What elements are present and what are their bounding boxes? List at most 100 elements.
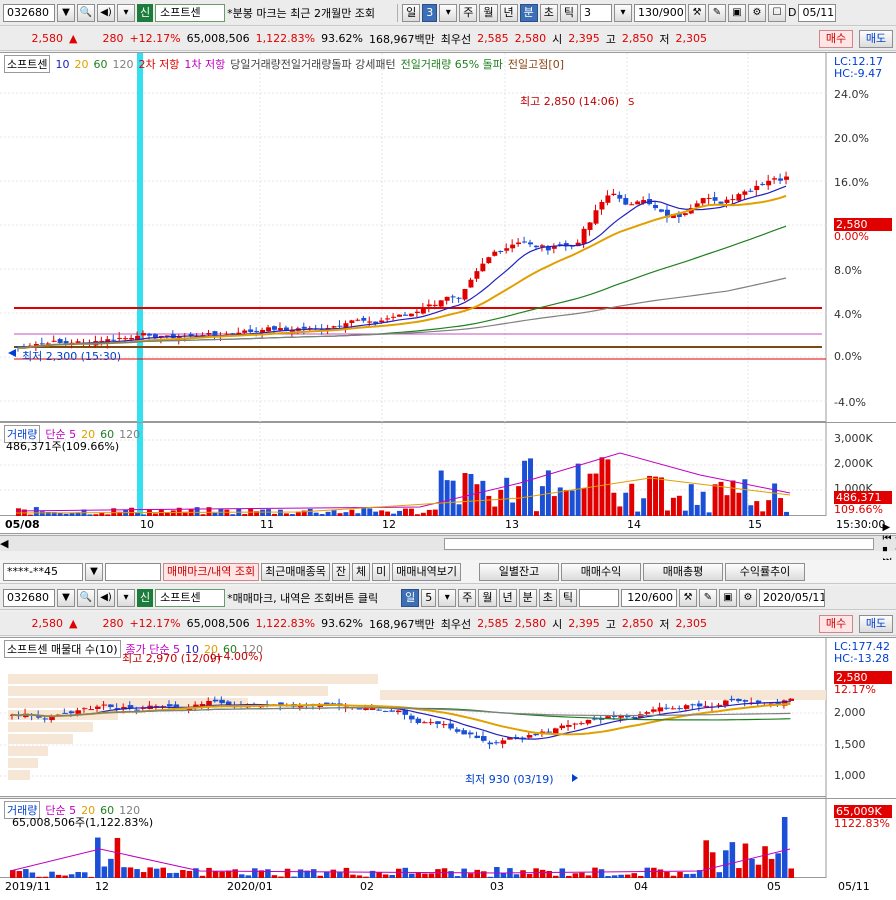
change-arrow: ▲: [69, 32, 78, 45]
chevron-down-icon[interactable]: ▾: [117, 588, 135, 607]
password-input[interactable]: [105, 562, 161, 581]
period-day[interactable]: 일: [402, 3, 421, 22]
draw-icon[interactable]: ✎: [708, 3, 726, 22]
stock-code-input[interactable]: 032680: [3, 3, 55, 22]
date-input-2[interactable]: 2020/05/11: [759, 588, 825, 607]
trade-review-button[interactable]: 매매총평: [643, 562, 724, 581]
unfilled-button[interactable]: 미: [372, 562, 391, 581]
volume-bar: [730, 480, 736, 517]
period-day-2[interactable]: 일: [401, 588, 420, 607]
candle: [432, 304, 438, 306]
volume-chart-daily[interactable]: 거래량 단순 5 20 60 120 65,008,506주(1,122.83%…: [0, 798, 896, 879]
volume-chart-minute[interactable]: 거래량 단순 5 20 60 120 486,371주(109.66%) 3,0…: [0, 422, 896, 517]
search-icon[interactable]: 🔍: [77, 588, 95, 607]
candle: [242, 330, 248, 333]
nav-buttons-icon[interactable]: ▶ ⏮ ⏹ ⏭: [882, 522, 894, 566]
gear-icon[interactable]: ⚙: [748, 3, 766, 22]
scroll-thumb[interactable]: [444, 537, 875, 550]
candle: [579, 723, 585, 725]
save-icon[interactable]: ▣: [728, 3, 746, 22]
period-month[interactable]: 월: [479, 3, 498, 22]
speaker-icon[interactable]: ◀): [97, 3, 115, 22]
daily-balance-button[interactable]: 일별잔고: [479, 562, 560, 581]
period-tick[interactable]: 틱: [559, 3, 578, 22]
candle: [581, 228, 587, 244]
candle: [730, 199, 736, 201]
candle: [123, 338, 129, 340]
tools-icon[interactable]: ⚒: [688, 3, 706, 22]
account-input[interactable]: ****-**45: [3, 562, 83, 581]
period-multiplier[interactable]: 3: [422, 3, 438, 22]
chart1-series-name: 소프트센: [4, 55, 51, 73]
new-badge-2: 신: [137, 588, 154, 607]
candle: [629, 204, 635, 206]
balance-button[interactable]: 잔: [331, 562, 351, 581]
interval-select-2[interactable]: [579, 588, 619, 607]
period-multiplier-2[interactable]: 5: [421, 588, 437, 607]
volume-bar: [504, 477, 510, 517]
count-field[interactable]: 130/900: [634, 3, 686, 22]
candle: [533, 245, 539, 248]
sell-button[interactable]: 매도: [859, 29, 893, 48]
date-input[interactable]: 05/11: [798, 3, 837, 22]
volume-bar: [539, 486, 545, 517]
draw-icon[interactable]: ✎: [699, 588, 717, 607]
candle: [448, 723, 454, 729]
tools-icon[interactable]: ⚒: [679, 588, 697, 607]
buy-button[interactable]: 매수: [819, 29, 853, 48]
ma-20-line: [17, 194, 787, 349]
chevron-down-icon[interactable]: ▾: [439, 3, 458, 22]
speaker-icon[interactable]: ◀): [97, 588, 115, 607]
dropdown-icon[interactable]: ▼: [85, 562, 103, 581]
checkbox[interactable]: ☐: [768, 3, 786, 22]
candle: [599, 202, 605, 210]
candle: [526, 735, 533, 738]
top-notice: *분봉 마크는 최근 2개월만 조회: [227, 6, 376, 20]
period-second[interactable]: 초: [539, 3, 558, 22]
candle: [653, 205, 659, 209]
volume-profile-bar: [8, 746, 48, 756]
volume-bar: [688, 484, 694, 517]
candle: [766, 180, 772, 186]
vol1-value: 486,371주(109.66%): [6, 440, 120, 453]
trade-profit-button[interactable]: 매매수익: [561, 562, 642, 581]
candle: [723, 700, 729, 706]
price-chart-daily[interactable]: 소프트센 매물대 수(10) 종가 단순 5 10 20 60 120 LC:1…: [0, 637, 896, 798]
candle: [546, 731, 552, 733]
profit-trend-button[interactable]: 수익률추이: [725, 562, 806, 581]
save-icon[interactable]: ▣: [719, 588, 737, 607]
candle: [408, 313, 414, 317]
search-icon[interactable]: 🔍: [77, 3, 95, 22]
candle: [379, 320, 385, 323]
stock-name-2: 소프트센: [155, 588, 226, 607]
trade-history-button[interactable]: 매매내역보기: [392, 562, 462, 581]
sell-button-2[interactable]: 매도: [859, 614, 893, 633]
chevron-down-icon[interactable]: ▾: [614, 3, 632, 22]
chevron-down-icon[interactable]: ▾: [117, 3, 135, 22]
scroll-left-icon[interactable]: ◀: [0, 537, 8, 550]
trade-mark-button[interactable]: 매매마크/내역 조회: [163, 562, 260, 581]
volume-bar: [486, 495, 492, 517]
candle: [533, 733, 539, 736]
candle: [494, 742, 500, 744]
period-year[interactable]: 년: [499, 3, 518, 22]
candle: [611, 193, 617, 195]
buy-button-2[interactable]: 매수: [819, 614, 853, 633]
recent-trades-button[interactable]: 최근매매종목: [261, 562, 330, 581]
filled-button[interactable]: 체: [352, 562, 371, 581]
chevron-down-icon[interactable]: ▾: [438, 588, 457, 607]
period-week[interactable]: 주: [459, 3, 478, 22]
candle: [224, 333, 230, 335]
candle: [461, 730, 467, 735]
new-badge: 신: [137, 3, 154, 22]
candle: [712, 197, 718, 201]
period-minute[interactable]: 분: [519, 3, 538, 22]
dropdown-icon[interactable]: ▼: [57, 3, 75, 22]
stock-code-input-2[interactable]: 032680: [3, 588, 55, 607]
count-field-2[interactable]: 120/600: [621, 588, 677, 607]
price-chart-minute[interactable]: S 소프트센 10 20 60 120 2차 저항 1차 저항 당일거래량전일거…: [0, 52, 896, 423]
chart1-scrollbar[interactable]: ◀ ▶ ⏮ ⏹ ⏭ − +A: [0, 522, 896, 566]
gear-icon[interactable]: ⚙: [739, 588, 757, 607]
dropdown-icon[interactable]: ▼: [57, 588, 75, 607]
interval-select[interactable]: 3: [580, 3, 612, 22]
